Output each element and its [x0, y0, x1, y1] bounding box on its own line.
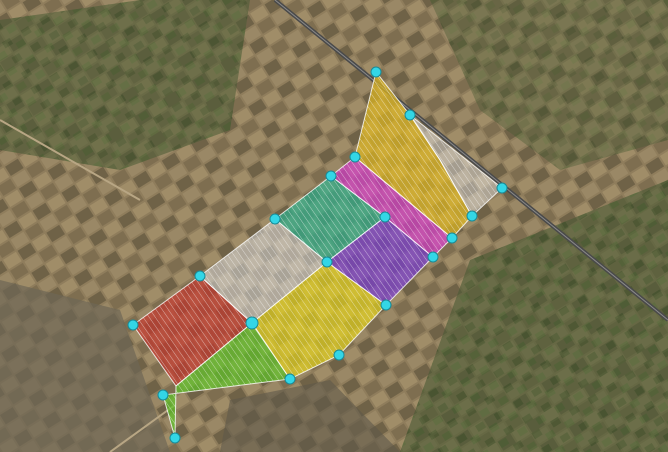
vertex-marker[interactable] — [380, 299, 392, 311]
vertex-marker[interactable] — [269, 213, 281, 225]
vertex-marker[interactable] — [325, 170, 337, 182]
vertex-marker[interactable] — [194, 270, 206, 282]
vertex-marker[interactable] — [127, 319, 139, 331]
vertex-marker[interactable] — [169, 432, 181, 444]
vertex-marker[interactable] — [466, 210, 478, 222]
vertex-marker[interactable] — [496, 182, 508, 194]
map-canvas[interactable] — [0, 0, 668, 452]
vertex-marker[interactable] — [333, 349, 345, 361]
vertex-marker[interactable] — [370, 66, 382, 78]
vertex-marker[interactable] — [404, 109, 416, 121]
vertex-marker[interactable] — [427, 251, 439, 263]
vertex-marker[interactable] — [349, 151, 361, 163]
vertex-marker[interactable] — [245, 316, 259, 330]
vertex-marker[interactable] — [379, 211, 391, 223]
vertex-marker[interactable] — [157, 389, 169, 401]
satellite-map[interactable] — [0, 0, 668, 452]
vertex-marker[interactable] — [321, 256, 333, 268]
vertex-marker[interactable] — [284, 373, 296, 385]
vertex-marker[interactable] — [446, 232, 458, 244]
